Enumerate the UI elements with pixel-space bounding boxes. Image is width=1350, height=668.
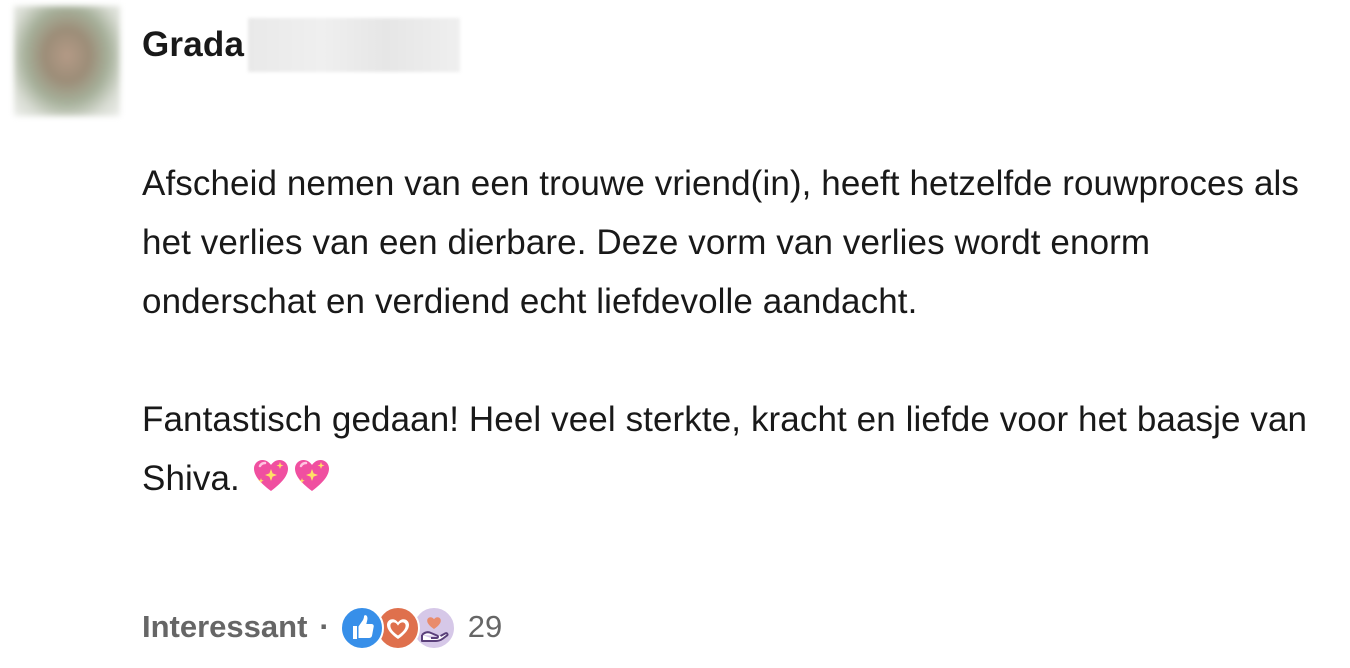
react-button[interactable]: Interessant [142,609,307,645]
author-name[interactable]: Grada [142,25,244,65]
comment-paragraph-2: Fantastisch gedaan! Heel veel sterkte, k… [142,390,1332,508]
like-icon [339,606,384,650]
reactions-summary[interactable] [339,604,456,650]
avatar[interactable] [14,6,120,116]
comment-footer: Interessant · 29 [142,600,502,654]
sparkling-heart-icon [292,455,332,495]
sparkling-heart-icon [251,455,291,495]
reaction-count[interactable]: 29 [468,609,502,645]
comment-paragraph: Afscheid nemen van een trouwe vriend(in)… [142,164,1300,321]
comment-body: Afscheid nemen van een trouwe vriend(in)… [142,154,1332,508]
author-header: Grada [142,18,461,72]
separator: · [319,609,330,644]
redacted-surname [248,18,461,72]
